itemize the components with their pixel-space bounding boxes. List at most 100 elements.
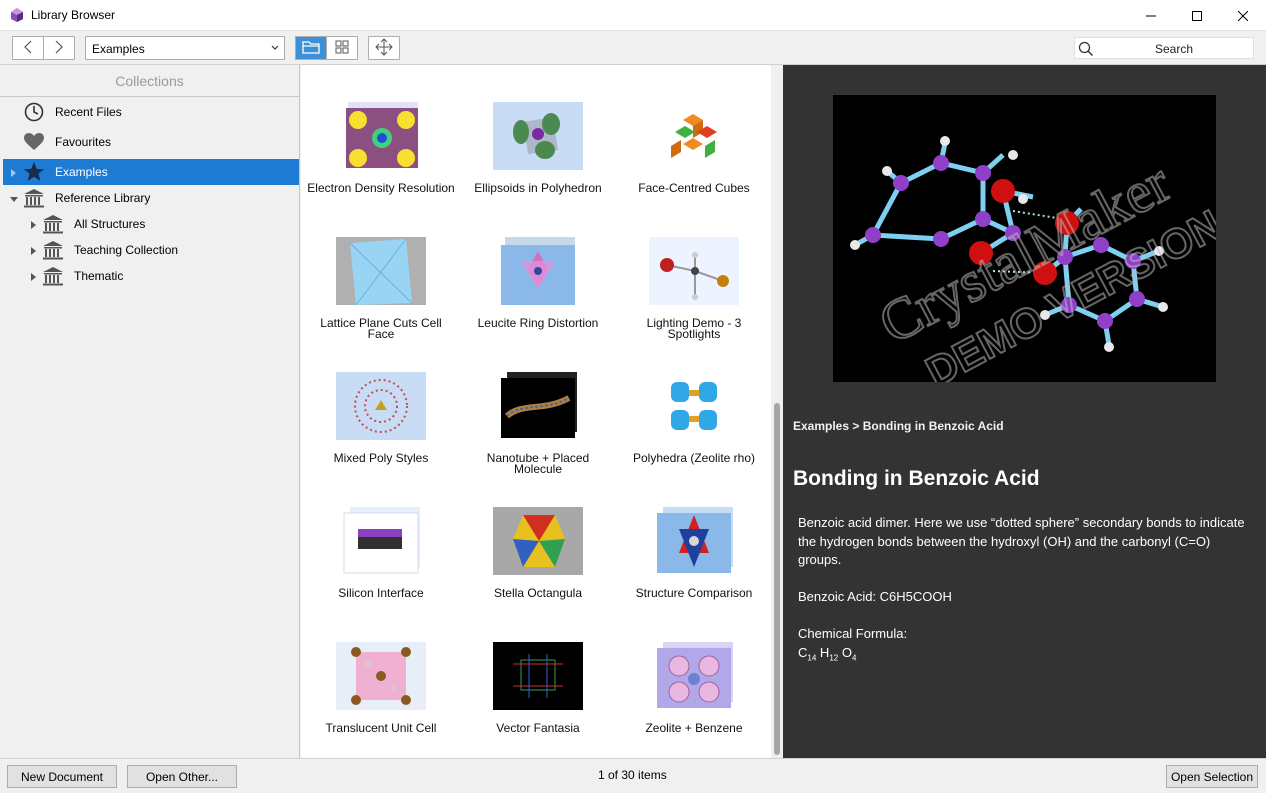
details-title: Bonding in Benzoic Acid <box>793 467 1040 490</box>
sidebar-item-label: Examples <box>55 165 108 179</box>
sidebar-item-label: Thematic <box>74 269 124 283</box>
structure-preview[interactable]: CrystalMaker DEMO VERSION <box>833 95 1216 382</box>
sidebar-item-label: Reference Library <box>55 191 151 205</box>
grid-item-label: Electron Density Resolution <box>307 181 455 195</box>
back-button[interactable] <box>13 37 43 59</box>
title-bar: Library Browser <box>0 0 1266 31</box>
grid-item-silicon-interface[interactable]: Silicon Interface <box>306 504 456 624</box>
search-input[interactable]: Search <box>1074 37 1254 59</box>
tree-expander-icon[interactable] <box>9 167 19 177</box>
tree-expander-icon[interactable] <box>29 219 39 229</box>
tree-expander-icon[interactable] <box>29 271 39 281</box>
sidebar-item-recent-files[interactable]: Recent Files <box>3 99 299 125</box>
move-button[interactable] <box>368 36 400 60</box>
collections-header: Collections <box>0 65 299 97</box>
forward-button[interactable] <box>43 37 74 59</box>
structure-comparison-thumbnail <box>657 507 733 573</box>
zeolite-benzene-thumbnail <box>657 642 733 708</box>
minimize-button[interactable] <box>1128 0 1174 31</box>
grid-item-electron-density[interactable]: Electron Density Resolution <box>306 99 456 219</box>
library-icon <box>42 265 64 287</box>
grid-item-label: Structure Comparison <box>635 586 753 600</box>
search-icon <box>1078 41 1094 60</box>
grid-item-label: Lighting Demo - 3 Spotlights <box>646 316 742 341</box>
collections-sidebar: Collections Recent Files Favourites Exam… <box>0 65 300 758</box>
mixed-poly-thumbnail <box>336 372 426 440</box>
grid-item-structure-comparison[interactable]: Structure Comparison <box>619 504 769 624</box>
grid-item-translucent-unit-cell[interactable]: Translucent Unit Cell <box>306 639 456 759</box>
item-count: 1 of 30 items <box>598 768 667 782</box>
electron-density-thumbnail <box>346 102 418 168</box>
grid-item-face-centred-cubes[interactable]: Face-Centred Cubes <box>619 99 769 219</box>
grid-item-zeolite-benzene[interactable]: Zeolite + Benzene <box>619 639 769 759</box>
close-button[interactable] <box>1220 0 1266 31</box>
grid-item-ellipsoids[interactable]: Ellipsoids in Polyhedron <box>463 99 613 219</box>
grid-item-leucite-ring[interactable]: Leucite Ring Distortion <box>463 234 613 354</box>
details-chemical-formula: C14 H12 O4 <box>798 645 857 663</box>
grid-item-label: Leucite Ring Distortion <box>477 316 599 330</box>
grid-scrollbar[interactable] <box>771 65 783 758</box>
grid-item-stella-octangula[interactable]: Stella Octangula <box>463 504 613 624</box>
grid-item-label: Translucent Unit Cell <box>325 721 437 735</box>
stella-octangula-thumbnail <box>493 507 583 575</box>
grid-item-label: Polyhedra (Zeolite rho) <box>632 451 756 465</box>
open-other-button[interactable]: Open Other... <box>127 765 237 788</box>
details-formula-label: Chemical Formula: <box>798 626 908 641</box>
ellipsoids-thumbnail <box>493 102 583 170</box>
toolbar: Examples Search <box>0 31 1266 65</box>
lattice-plane-thumbnail <box>336 237 426 305</box>
tree-expander-icon[interactable] <box>29 245 39 255</box>
chevron-down-icon <box>270 40 280 59</box>
nanotube-thumbnail <box>501 372 577 438</box>
tree-collapse-icon[interactable] <box>9 193 19 203</box>
grid-item-label: Face-Centred Cubes <box>638 181 750 195</box>
details-panel: CrystalMaker DEMO VERSION Examples > Bon… <box>783 65 1266 758</box>
grid-view-button[interactable] <box>326 37 357 59</box>
grid-item-lattice-plane[interactable]: Lattice Plane Cuts Cell Face <box>306 234 456 354</box>
sidebar-item-reference-library[interactable]: Reference Library <box>3 185 299 211</box>
sidebar-item-favourites[interactable]: Favourites <box>3 129 299 155</box>
folder-view-button[interactable] <box>296 37 327 59</box>
grid-item-label: Mixed Poly Styles <box>333 451 429 465</box>
star-icon <box>23 161 45 183</box>
benzoic-acid-dimer-image: CrystalMaker DEMO VERSION <box>850 136 1216 382</box>
collection-combo[interactable]: Examples <box>85 36 285 60</box>
grid-scrollbar-thumb[interactable] <box>774 403 780 755</box>
sidebar-item-label: Recent Files <box>55 105 122 119</box>
details-acid-formula: Benzoic Acid: C6H5COOH <box>798 589 952 604</box>
library-icon <box>42 239 64 261</box>
chevron-left-icon <box>23 40 33 57</box>
grid-item-mixed-poly[interactable]: Mixed Poly Styles <box>306 369 456 489</box>
grid-item-label: Lattice Plane Cuts Cell Face <box>320 316 442 341</box>
sidebar-item-label: All Structures <box>74 217 146 231</box>
new-document-button[interactable]: New Document <box>7 765 117 788</box>
grid-item-label: Vector Fantasia <box>496 721 580 735</box>
view-mode-buttons <box>295 36 358 60</box>
grid-item-label: Stella Octangula <box>493 586 583 600</box>
details-description: Benzoic acid dimer. Here we use “dotted … <box>798 515 1245 567</box>
collection-combo-value: Examples <box>92 42 145 56</box>
lighting-demo-thumbnail <box>649 237 739 305</box>
sidebar-item-label: Teaching Collection <box>74 243 179 257</box>
grid-item-nanotube[interactable]: Nanotube + Placed Molecule <box>463 369 613 489</box>
grid-item-polyhedra-zeolite[interactable]: Polyhedra (Zeolite rho) <box>619 369 769 489</box>
sidebar-item-examples[interactable]: Examples <box>3 159 299 185</box>
grid-item-label: Nanotube + Placed Molecule <box>486 451 590 476</box>
open-selection-button[interactable]: Open Selection <box>1166 765 1258 788</box>
search-placeholder: Search <box>1155 42 1194 56</box>
leucite-ring-thumbnail <box>501 237 575 305</box>
translucent-unit-cell-thumbnail <box>336 642 426 710</box>
sidebar-item-teaching-collection[interactable]: Teaching Collection <box>3 237 299 263</box>
grid-item-vector-fantasia[interactable]: Vector Fantasia <box>463 639 613 759</box>
crystalmaker-app-icon <box>9 7 25 23</box>
folder-icon <box>302 40 320 57</box>
status-bar: New Document Open Other... 1 of 30 items… <box>0 758 1266 793</box>
polyhedra-zeolite-thumbnail <box>649 372 739 440</box>
grid-item-label: Silicon Interface <box>338 586 424 600</box>
sidebar-item-label: Favourites <box>55 135 112 149</box>
details-breadcrumb: Examples > Bonding in Benzoic Acid <box>793 419 1004 433</box>
sidebar-item-all-structures[interactable]: All Structures <box>3 211 299 237</box>
maximize-button[interactable] <box>1174 0 1220 31</box>
grid-item-lighting-demo[interactable]: Lighting Demo - 3 Spotlights <box>619 234 769 354</box>
sidebar-item-thematic[interactable]: Thematic <box>3 263 299 289</box>
